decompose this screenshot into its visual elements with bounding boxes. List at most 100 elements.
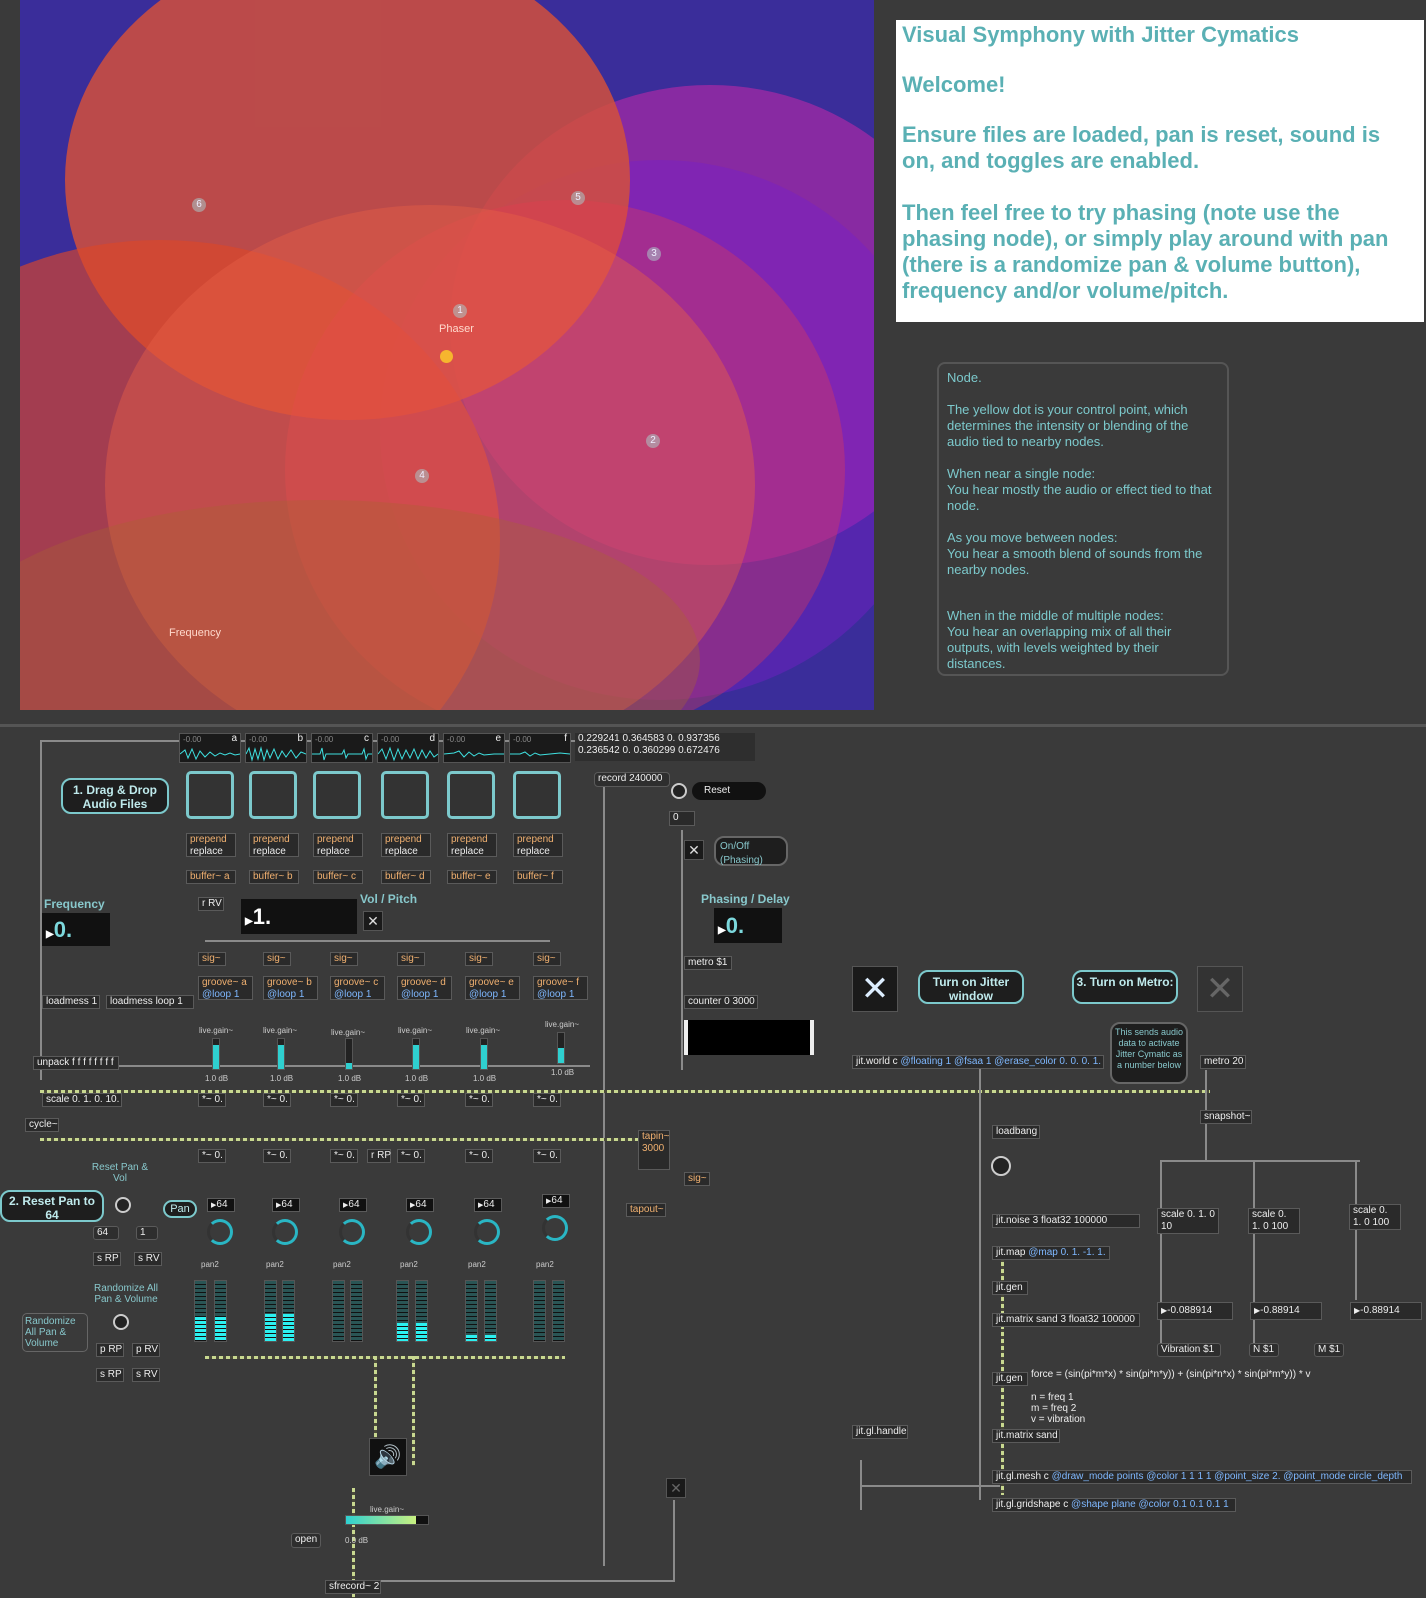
metro-dollar1[interactable]: metro $1 [684,956,732,970]
jit-gen-2[interactable]: jit.gen [992,1372,1028,1386]
n-number[interactable]: ▶-0.88914 [1250,1302,1322,1320]
mult-e2[interactable]: *~ 0. [465,1149,493,1163]
counter-slider[interactable] [684,1020,814,1055]
dropfile-e[interactable] [447,771,495,819]
livegain-c[interactable] [345,1038,353,1070]
pan2-c[interactable]: pan2 [333,1260,351,1269]
jit-gen-1[interactable]: jit.gen [992,1281,1028,1295]
jitter-window-toggle[interactable]: ✕ [852,966,898,1012]
scale-a[interactable]: scale 0. 1. 0 10 [1157,1208,1219,1234]
pan-knob-f[interactable] [542,1215,568,1241]
record-toggle[interactable]: ✕ [666,1478,686,1498]
waveform-a[interactable]: -0.00 a [179,733,241,763]
pan-number-c[interactable]: ▶64 [339,1198,367,1212]
jitter-canvas[interactable]: 1 2 3 4 5 6 Phaser Frequency [20,0,874,710]
phasing-toggle[interactable]: ✕ [684,840,704,860]
dropfile-d[interactable] [381,771,429,819]
sfrecord[interactable]: sfrecord~ 2 [325,1580,381,1594]
mult-b2[interactable]: *~ 0. [263,1149,291,1163]
mult-d1[interactable]: *~ 0. [397,1093,425,1107]
reset-pan-bang[interactable] [115,1197,131,1213]
waveform-f[interactable]: -0.00 f [509,733,571,763]
pan2-e[interactable]: pan2 [468,1260,486,1269]
sig-f[interactable]: sig~ [533,952,561,966]
record-message[interactable]: record 240000 [594,772,670,787]
pan-number-d[interactable]: ▶64 [406,1198,434,1212]
buffer-a[interactable]: buffer~ a [186,870,236,884]
pan-number-f[interactable]: ▶64 [542,1194,570,1208]
msg-1[interactable]: 1 [136,1226,158,1240]
prepend-replace-d[interactable]: prepend replace [381,833,431,857]
counter[interactable]: counter 0 3000 [684,995,758,1009]
pan-number-e[interactable]: ▶64 [474,1198,502,1212]
master-livegain[interactable] [345,1515,429,1525]
p-rp[interactable]: p RP [96,1343,124,1357]
m-number[interactable]: ▶-0.88914 [1350,1302,1422,1320]
sig-c[interactable]: sig~ [330,952,358,966]
sig-b[interactable]: sig~ [263,952,291,966]
mult-f2[interactable]: *~ 0. [533,1149,561,1163]
unpack[interactable]: unpack f f f f f f f f [33,1056,119,1070]
s-rp[interactable]: s RP [93,1252,121,1266]
tapin[interactable]: tapin~ 3000 [638,1130,670,1170]
waveform-e[interactable]: -0.00 e [443,733,505,763]
prepend-replace-f[interactable]: prepend replace [513,833,563,857]
waveform-d[interactable]: -0.00 d [377,733,439,763]
coords-message[interactable]: 0.229241 0.364583 0. 0.937356 0.236542 0.… [575,733,755,761]
groove-b[interactable]: groove~ b @loop 1 [263,976,318,1000]
sig-a[interactable]: sig~ [198,952,226,966]
mult-c1[interactable]: *~ 0. [330,1093,358,1107]
r-rp[interactable]: r RP [367,1149,391,1163]
mult-a2[interactable]: *~ 0. [198,1149,226,1163]
loadbang-bang[interactable] [991,1156,1011,1176]
frequency-number[interactable]: ▶0. [42,913,110,946]
r-rv[interactable]: r RV [198,897,224,911]
snapshot[interactable]: snapshot~ [1200,1110,1252,1124]
tapout[interactable]: tapout~ [626,1203,666,1217]
jit-world[interactable]: jit.world c @floating 1 @fsaa 1 @erase_c… [852,1055,1104,1069]
jit-gl-mesh[interactable]: jit.gl.mesh c @draw_mode points @color 1… [992,1470,1412,1484]
prepend-replace-a[interactable]: prepend replace [186,833,236,857]
livegain-b[interactable] [277,1038,285,1070]
mult-c2[interactable]: *~ 0. [330,1149,358,1163]
prepend-replace-e[interactable]: prepend replace [447,833,497,857]
pan2-b[interactable]: pan2 [266,1260,284,1269]
volpitch-toggle[interactable]: ✕ [363,911,383,931]
livegain-d[interactable] [412,1038,420,1070]
cycle[interactable]: cycle~ [25,1118,59,1132]
prepend-replace-c[interactable]: prepend replace [313,833,363,857]
buffer-b[interactable]: buffer~ b [249,870,299,884]
vibration-number[interactable]: ▶-0.088914 [1157,1302,1233,1320]
msg-64[interactable]: 64 [93,1226,119,1240]
pan2-f[interactable]: pan2 [536,1260,554,1269]
dropfile-c[interactable] [313,771,361,819]
sig-phasing[interactable]: sig~ [684,1172,710,1186]
p-rv[interactable]: p RV [132,1343,160,1357]
groove-a[interactable]: groove~ a @loop 1 [198,976,253,1000]
mult-f1[interactable]: *~ 0. [533,1093,561,1107]
s-rp-2[interactable]: s RP [96,1368,124,1382]
pan-knob-b[interactable] [272,1219,298,1245]
node-6[interactable]: 6 [192,198,206,212]
loadbang[interactable]: loadbang [992,1125,1040,1139]
buffer-c[interactable]: buffer~ c [313,870,363,884]
groove-f[interactable]: groove~ f @loop 1 [533,976,588,1000]
jit-matrix-sand-2[interactable]: jit.matrix sand [992,1429,1060,1443]
loadmess-loop[interactable]: loadmess loop 1 [106,995,194,1009]
volpitch-number[interactable]: ▶1. [241,899,357,934]
jit-gl-gridshape[interactable]: jit.gl.gridshape c @shape plane @color 0… [992,1498,1236,1512]
groove-d[interactable]: groove~ d @loop 1 [397,976,452,1000]
groove-c[interactable]: groove~ c @loop 1 [330,976,385,1000]
pan-number-b[interactable]: ▶64 [272,1198,300,1212]
groove-e[interactable]: groove~ e @loop 1 [465,976,520,1000]
number-zero[interactable]: 0 [669,811,695,826]
mult-d2[interactable]: *~ 0. [397,1149,425,1163]
pan2-d[interactable]: pan2 [400,1260,418,1269]
n-message[interactable]: N $1 [1249,1343,1279,1357]
dropfile-b[interactable] [249,771,297,819]
pan2-a[interactable]: pan2 [201,1260,219,1269]
pan-knob-a[interactable] [207,1219,233,1245]
livegain-a[interactable] [212,1038,220,1070]
livegain-f[interactable] [557,1032,565,1064]
s-rv-2[interactable]: s RV [132,1368,160,1382]
